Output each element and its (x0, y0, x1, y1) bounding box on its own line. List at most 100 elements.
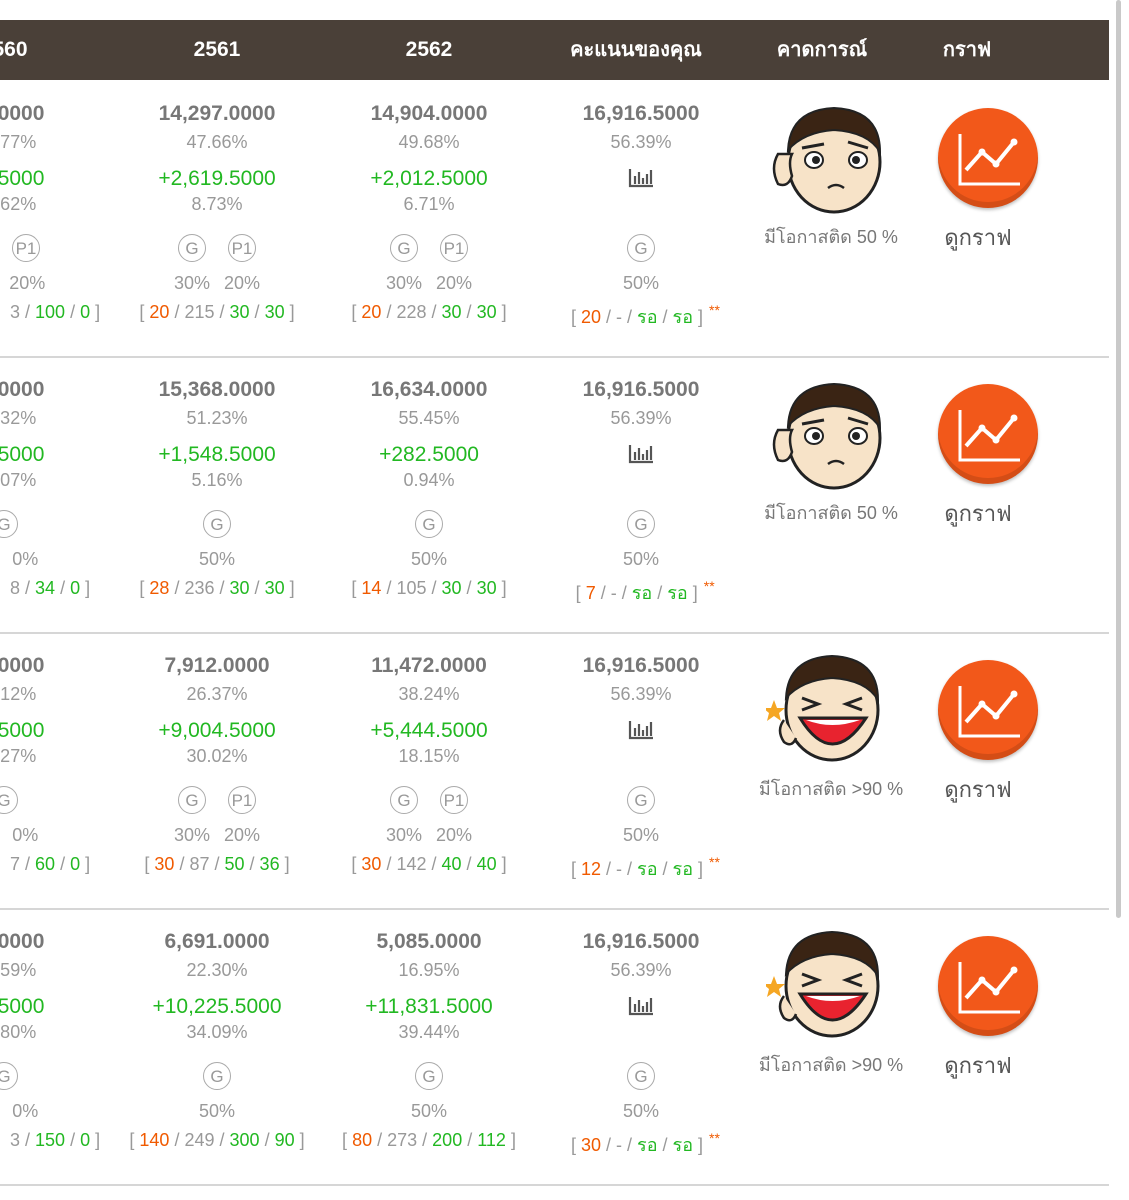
percent-value: 26.37% (186, 684, 248, 704)
badges-2560: G (0, 786, 18, 814)
score-value: 6,691.0000 (164, 930, 270, 953)
stat-line: [ 14 / 105 / 30 / 30 ] (351, 578, 506, 599)
stat-value: 30 (154, 854, 175, 874)
slash: / (169, 302, 185, 322)
bracket-open: [ (575, 583, 586, 603)
badges: G (415, 510, 443, 538)
bracket-open: [ (139, 302, 150, 322)
slash: / (462, 1130, 478, 1150)
percent-value: 49.68% (398, 132, 460, 152)
slash: / (20, 854, 36, 874)
stat-line: [ 20 / 215 / 30 / 30 ] (139, 302, 294, 323)
weights: 30% 20% (174, 273, 260, 294)
badge-icon: P1 (440, 786, 468, 814)
diff-value: +2,619.5000 (158, 167, 276, 190)
view-graph-link[interactable]: ดูกราฟ (944, 496, 1011, 531)
badges: G (627, 786, 655, 814)
view-graph-link[interactable]: ดูกราฟ (944, 220, 1011, 255)
view-graph-link[interactable]: ดูกราฟ (944, 1048, 1011, 1083)
bar-chart-icon[interactable] (627, 442, 655, 466)
stat-value: 87 (189, 854, 210, 874)
chance-text: มีโอกาสติด 50 % (764, 503, 898, 523)
slash: / (20, 1130, 36, 1150)
weights-2560: 0% (12, 825, 38, 846)
view-graph-button[interactable] (938, 936, 1038, 1036)
weight-value: 50% (410, 1101, 448, 1121)
view-graph-link[interactable]: ดูกราฟ (944, 772, 1011, 807)
slash: / (65, 1130, 81, 1150)
star-mark: ** (709, 854, 720, 870)
slash: / (169, 578, 185, 598)
weights: 50% (199, 1101, 235, 1122)
score-value: 7,912.0000 (164, 654, 270, 677)
view-graph-button[interactable] (938, 384, 1038, 484)
stat-value: 150 (35, 1130, 66, 1150)
stat-value: 3 (10, 1130, 21, 1150)
star-mark: ** (709, 302, 720, 318)
stat-value: 30 (361, 854, 382, 874)
bar-chart-icon[interactable] (627, 718, 655, 742)
stat-value: 30 (476, 578, 497, 598)
weight-value: 30% (173, 273, 210, 293)
view-graph-button[interactable] (938, 108, 1038, 208)
bracket-open: [ (139, 578, 150, 598)
bracket-close: ] (496, 854, 507, 874)
score-value: 15,368.0000 (158, 378, 276, 401)
stat-value: 200 (432, 1130, 463, 1150)
stat-value: 0 (70, 578, 81, 598)
diff-percent: 8.73% (191, 194, 243, 214)
weight-value: 50% (622, 825, 660, 845)
stat-value: รอ (672, 307, 694, 327)
stat-value: 112 (477, 1130, 506, 1150)
slash: / (595, 583, 611, 603)
badge-icon: G (0, 510, 18, 538)
slash: / (417, 1130, 433, 1150)
weights: 30% 20% (386, 273, 472, 294)
diff-2560: 6.5000 (0, 167, 45, 190)
percent-2560: 59% (0, 960, 37, 980)
weight-value: 0% (12, 549, 39, 569)
slash: / (169, 1130, 185, 1150)
bar-chart-icon[interactable] (627, 994, 655, 1018)
bracket-close: ] (687, 583, 698, 603)
stat-line: 3 / 100 / 0 ] (10, 302, 100, 323)
weight-value: 50% (198, 1101, 236, 1121)
stat-line: 3 / 150 / 0 ] (10, 1130, 100, 1151)
slash: / (657, 1135, 673, 1155)
slash: / (426, 302, 442, 322)
badge-icon: G (203, 1062, 231, 1090)
view-graph-button[interactable] (938, 660, 1038, 760)
slash: / (381, 578, 397, 598)
stat-value: 0 (70, 854, 81, 874)
badge-icon: G (415, 510, 443, 538)
bar-chart-icon[interactable] (627, 166, 655, 190)
badge-icon: G (390, 786, 418, 814)
badges: G P1 (390, 234, 468, 262)
slash: / (20, 302, 36, 322)
stat-value: 142 (396, 854, 427, 874)
table-header: 560 2561 2562 คะแนนของคุณ คาดการณ์ กราฟ (0, 20, 1109, 80)
slash: / (249, 578, 265, 598)
stat-value: 40 (441, 854, 462, 874)
weight-value: 20% (224, 273, 261, 293)
score-2560: 7.0000 (0, 378, 45, 401)
score-2560: 6.0000 (0, 930, 45, 953)
slash: / (657, 859, 673, 879)
scrollbar[interactable] (1116, 0, 1121, 918)
badge-icon: G (415, 1062, 443, 1090)
weight-value: 50% (622, 1101, 660, 1121)
stat-line: [ 28 / 236 / 30 / 30 ] (139, 578, 294, 599)
weights-2560: 0% (12, 549, 38, 570)
slash: / (372, 1130, 388, 1150)
slash: / (461, 578, 477, 598)
percent-value: 38.24% (398, 684, 460, 704)
stat-value: 50 (224, 854, 245, 874)
stat-value: 228 (396, 302, 427, 322)
slash: / (622, 307, 638, 327)
diff-percent-2560: 62% (0, 194, 37, 214)
weights-2560: 0% (12, 1101, 38, 1122)
bracket-close: ] (294, 1130, 305, 1150)
stat-line: [ 30 / 87 / 50 / 36 ] (144, 854, 289, 875)
slash: / (381, 854, 397, 874)
bracket-close: ] (279, 854, 290, 874)
